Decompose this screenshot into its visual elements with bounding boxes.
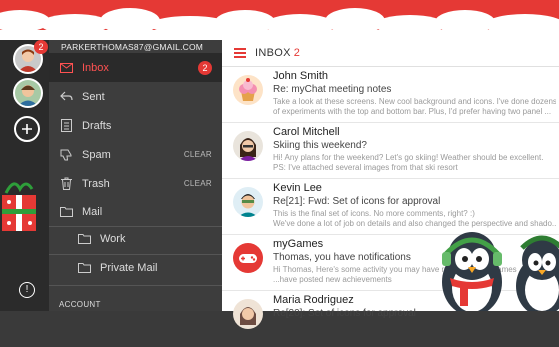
message-sender: Maria Rodriguez [273,294,354,306]
menu-label: Inbox [82,61,109,74]
menu-label: Trash [82,177,110,190]
folder-icon [77,261,91,275]
inbox-header: INBOX 2 [222,40,559,67]
menu-label: Mail [82,205,103,218]
menu-item-sent[interactable]: Sent [49,82,222,111]
message-row[interactable]: Carol Mitchell Skiing this weekend? Hi! … [222,123,559,179]
message-preview: of experiments with the top and bottom b… [273,107,552,116]
gamepad-avatar [233,243,263,273]
folder-icon [77,232,91,246]
man-avatar [233,187,263,217]
message-preview: This is the final set of icons. No more … [273,209,475,218]
menu-item-private-mail[interactable]: Private Mail [49,253,222,282]
menu-item-trash[interactable]: Trash CLEAR [49,169,222,198]
woman2-avatar [233,299,263,329]
menu-label: Work [100,232,126,245]
clear-spam-button[interactable]: CLEAR [184,150,212,159]
account-email: PARKERTHOMAS87@GMAIL.COM [61,42,204,52]
woman-avatar [233,131,263,161]
clear-trash-button[interactable]: CLEAR [184,179,212,188]
account-badge: 2 [34,40,48,54]
message-preview: Take a look at these screens. New cool b… [273,97,556,106]
message-preview: Hi! Any plans for the weekend? Let's go … [273,153,544,162]
message-sender: Carol Mitchell [273,126,340,138]
menu-icon[interactable] [234,48,246,58]
message-subject: Re[20]: Set of icons for approval [273,308,416,319]
inbox-title-count: 2 [293,47,301,59]
message-sender: myGames [273,238,324,250]
mail-icon [59,61,73,75]
second-account-avatar[interactable] [13,78,43,108]
account-section-header: ACCOUNT [59,300,101,309]
trash-icon [59,177,73,191]
alert-icon[interactable]: ! [19,282,35,298]
penguin-decoration [442,232,559,311]
menu-item-mail[interactable]: Mail [49,197,222,226]
document-icon [59,119,73,133]
menu-label: Spam [82,148,111,161]
menu-item-drafts[interactable]: Drafts [49,111,222,140]
cupcake-avatar [233,75,263,105]
thumbs-down-icon [59,148,73,162]
message-subject: Re: myChat meeting notes [273,84,392,95]
menu-label: Private Mail [100,261,158,274]
message-preview: PS: I've attached several images from th… [273,163,458,172]
message-subject: Re[21]: Fwd: Set of icons for approval [273,196,441,207]
message-sender: John Smith [273,70,329,82]
plus-icon[interactable] [14,116,40,142]
menu-label: Drafts [82,119,112,132]
menu-label: Sent [82,90,105,103]
divider [49,285,222,286]
navigation-drawer: PARKERTHOMAS87@GMAIL.COM Inbox 2 Sent Dr… [49,40,222,311]
inbox-count-badge: 2 [198,60,212,75]
account-rail: 2 ! [0,40,49,311]
gift-decoration [2,182,36,231]
page-title: INBOX 2 [255,47,301,59]
message-subject: Skiing this weekend? [273,140,367,151]
menu-item-spam[interactable]: Spam CLEAR [49,140,222,169]
message-subject: Thomas, you have notifications [273,252,411,263]
menu-item-work[interactable]: Work [49,224,222,253]
message-sender: Kevin Lee [273,182,322,194]
menu-item-inbox[interactable]: Inbox 2 [49,53,222,82]
reply-icon [59,90,73,104]
message-row[interactable]: John Smith Re: myChat meeting notes Take… [222,67,559,123]
folder-icon [59,205,73,219]
top-banner [0,0,559,40]
